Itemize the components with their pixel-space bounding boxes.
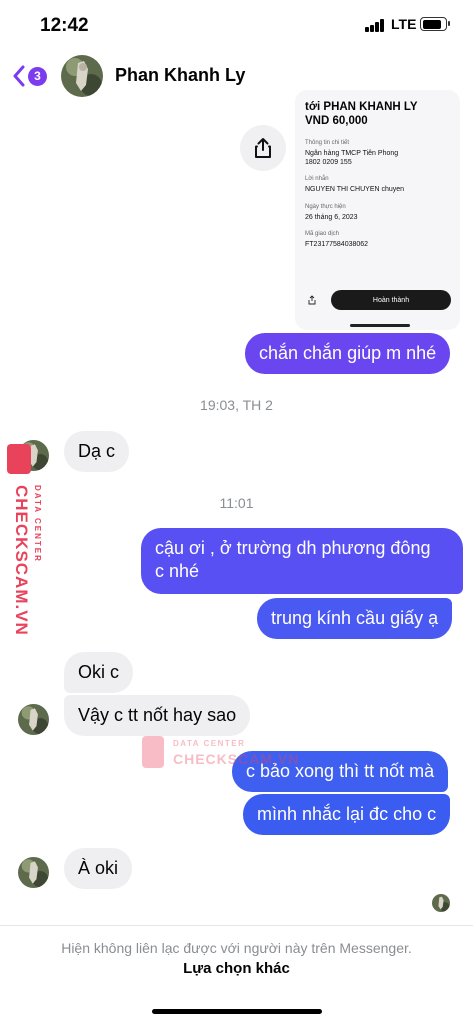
lock-icon	[142, 736, 164, 768]
share-button[interactable]	[240, 125, 286, 171]
message-incoming[interactable]: Dạ c	[64, 431, 130, 472]
message-incoming[interactable]: Vậy c tt nốt hay sao	[64, 695, 251, 736]
message-line: cậu ơi , ở trường dh phương đông	[155, 538, 431, 558]
watermark-vertical: CHECKSCAM.VN DATA CENTER	[4, 440, 50, 640]
timestamp: 19:03, TH 2	[200, 397, 273, 413]
chevron-left-icon	[13, 65, 25, 87]
receipt-details-label: Thông tin chi tiết	[305, 140, 350, 146]
watermark-sub-text: DATA CENTER	[33, 485, 42, 563]
contact-avatar[interactable]	[61, 55, 103, 97]
receipt-message-label: Lời nhắn	[305, 176, 329, 182]
network-label: LTE	[391, 16, 417, 32]
signal-icon	[365, 19, 385, 32]
read-receipt-avatar	[432, 894, 450, 912]
receipt-account: 1802 0209 155	[305, 159, 352, 166]
watermark-main-text: CHECKSCAM.VN	[173, 751, 300, 767]
watermark-main-text: CHECKSCAM.VN	[12, 485, 31, 636]
message-outgoing[interactable]: mình nhắc lại đc cho c	[243, 794, 451, 835]
watermark-horizontal: DATA CENTER CHECKSCAM.VN	[142, 736, 298, 772]
contact-name[interactable]: Phan Khanh Ly	[115, 65, 245, 86]
battery-icon	[420, 17, 450, 31]
receipt-date: 26 tháng 6, 2023	[305, 214, 358, 221]
back-button[interactable]: 3	[12, 62, 52, 90]
receipt-bank: Ngân hàng TMCP Tiên Phong	[305, 150, 399, 157]
receipt-message: NGUYEN THI CHUYEN chuyen	[305, 186, 405, 193]
unavailable-notice: Hiện không liên lạc được với người này t…	[61, 940, 412, 956]
home-indicator[interactable]	[152, 1009, 322, 1014]
message-outgoing[interactable]: cậu ơi , ở trường dh phương đông c nhé	[141, 528, 463, 594]
watermark-sub-text: DATA CENTER	[173, 739, 246, 748]
message-outgoing[interactable]: chắn chắn giúp m nhé	[245, 333, 451, 374]
receipt-image[interactable]: tới PHAN KHANH LY VND 60,000 Thông tin c…	[295, 90, 460, 330]
timestamp: 11:01	[219, 495, 254, 511]
message-incoming[interactable]: Oki c	[64, 652, 134, 693]
other-options-link[interactable]: Lựa chọn khác	[0, 960, 473, 977]
contact-avatar-small[interactable]	[18, 857, 49, 888]
receipt-home-bar	[350, 324, 410, 327]
message-outgoing[interactable]: trung kính cầu giấy ạ	[257, 598, 453, 639]
receipt-done-button: Hoàn thành	[331, 290, 451, 310]
message-line: c nhé	[155, 561, 200, 581]
receipt-title-line2: VND 60,000	[305, 115, 368, 127]
share-icon	[255, 138, 271, 158]
message-incoming[interactable]: À oki	[64, 848, 133, 889]
receipt-txn: FT23177584038062	[305, 241, 369, 248]
receipt-share-icon	[308, 295, 316, 305]
receipt-date-label: Ngày thực hiện	[305, 204, 346, 210]
status-bar: 12:42 LTE	[0, 0, 473, 50]
unread-count-badge: 3	[28, 66, 47, 86]
lock-icon	[7, 444, 31, 474]
status-time: 12:42	[40, 15, 89, 36]
receipt-title-line1: tới PHAN KHANH LY	[305, 101, 418, 113]
receipt-txn-label: Mã giao dịch	[305, 231, 340, 237]
contact-avatar-small[interactable]	[18, 704, 49, 735]
